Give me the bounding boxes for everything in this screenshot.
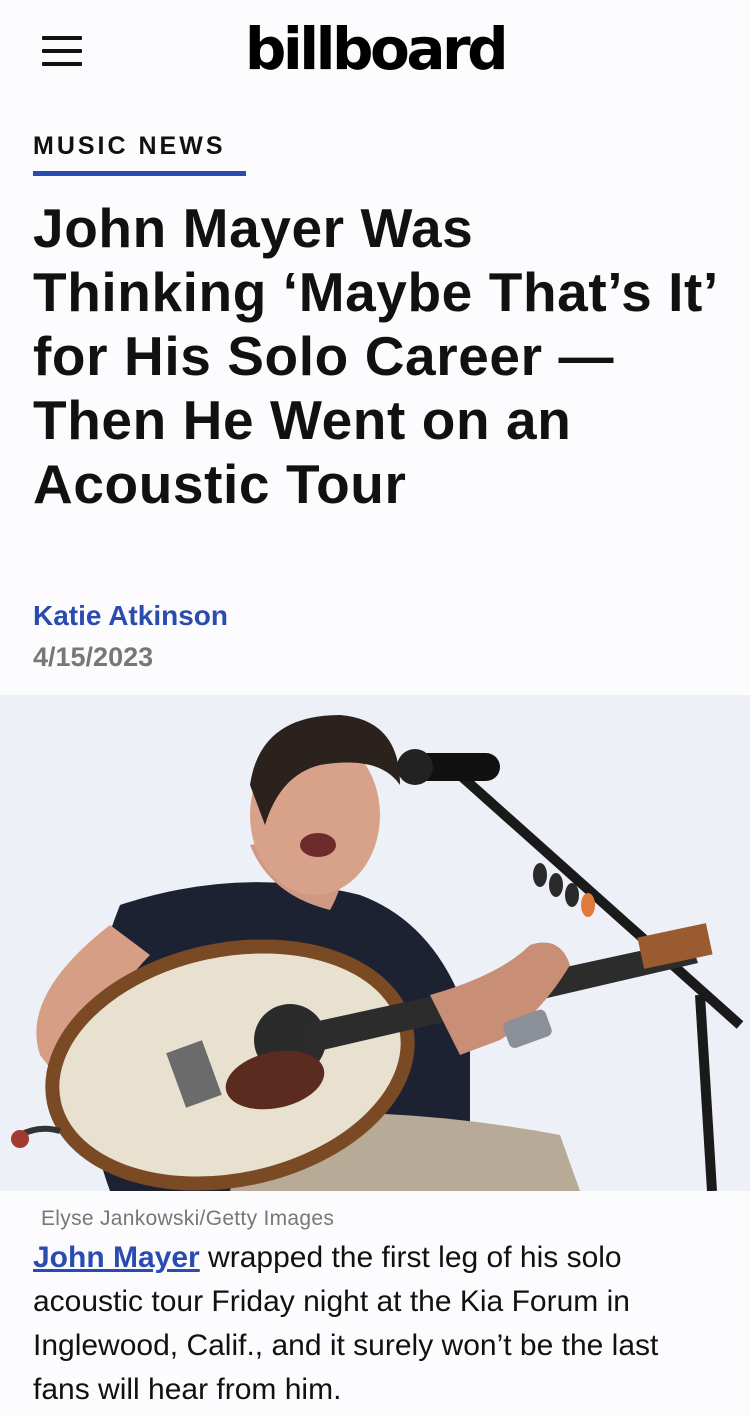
photo-credit: Elyse Jankowski/Getty Images [41, 1207, 335, 1230]
site-header: billboard [0, 0, 750, 104]
hero-photo [0, 695, 750, 1191]
author-link[interactable]: Katie Atkinson [33, 600, 228, 632]
article-body-paragraph: John Mayer wrapped the first leg of his … [33, 1236, 723, 1412]
publish-date: 4/15/2023 [33, 642, 154, 672]
article-headline: John Mayer Was Thinking ‘Maybe That’s It… [33, 197, 716, 515]
section-label[interactable]: MUSIC NEWS [33, 132, 226, 161]
billboard-logo[interactable]: billboard [240, 14, 510, 84]
john-mayer-link[interactable]: John Mayer [33, 1241, 200, 1274]
section-underline [33, 171, 246, 176]
hamburger-menu-icon[interactable] [42, 36, 82, 68]
